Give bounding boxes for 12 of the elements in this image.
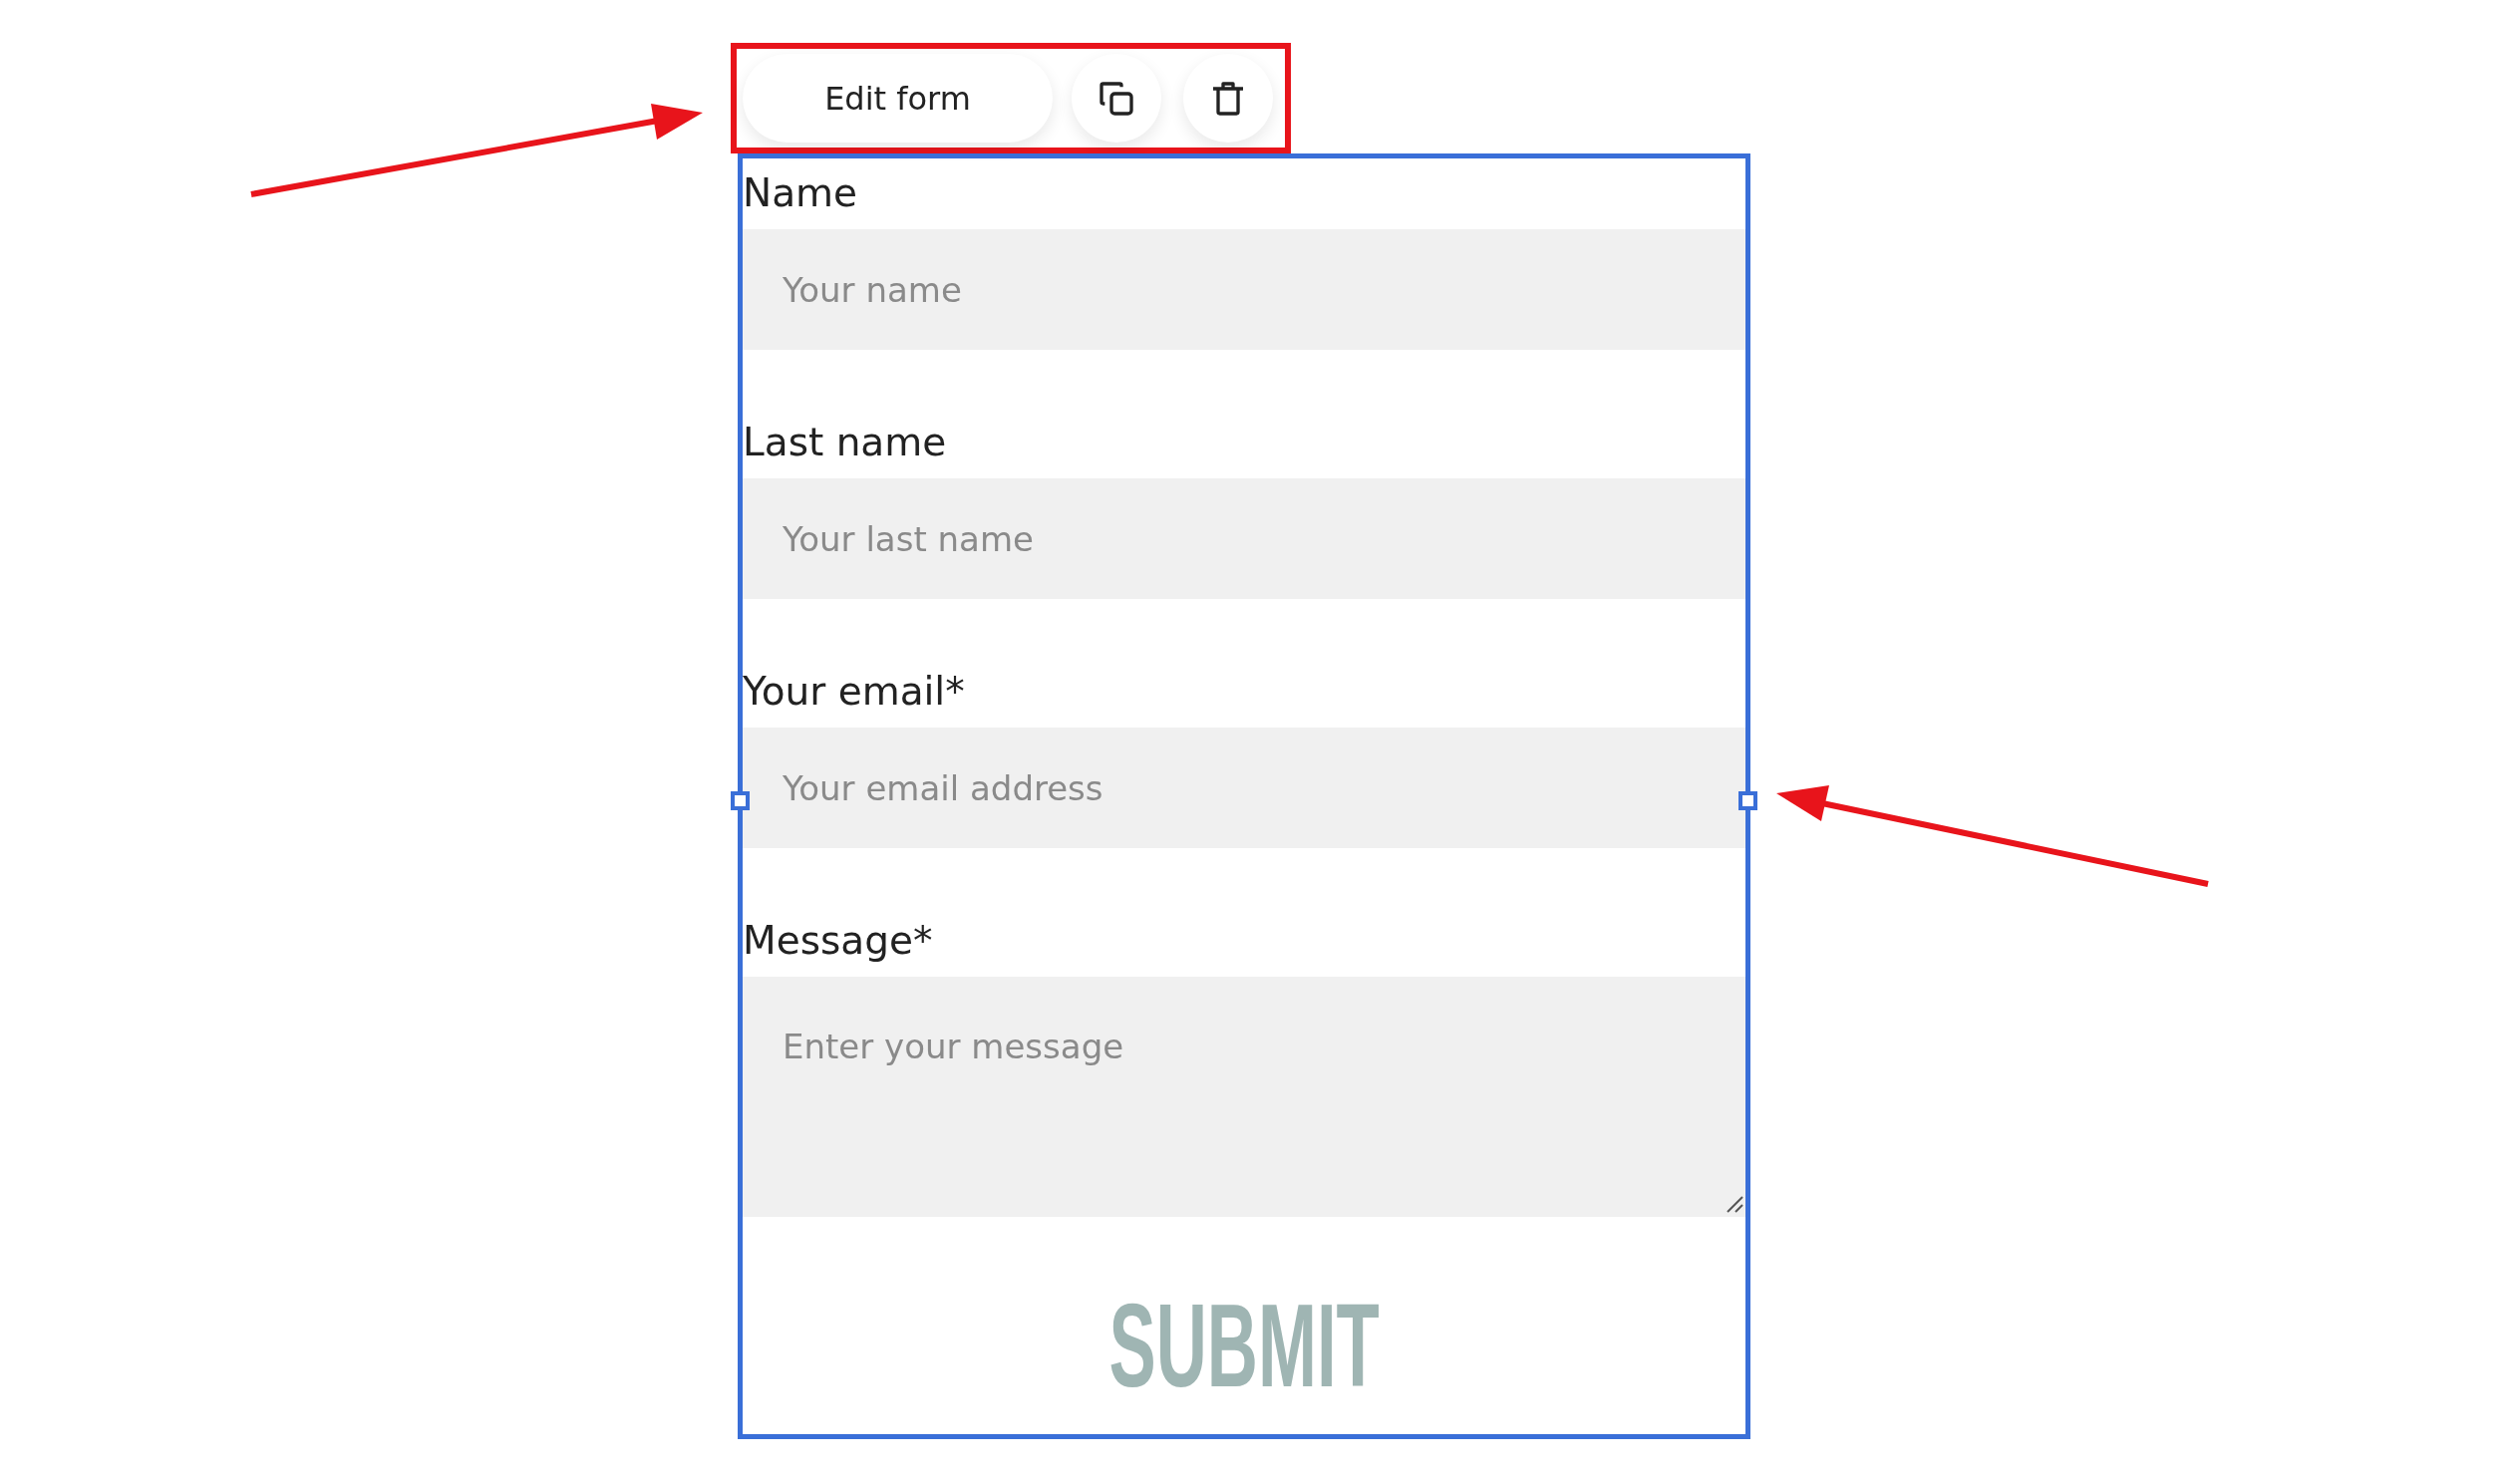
input-field[interactable]: Your name: [743, 229, 1745, 350]
edit-form-button[interactable]: Edit form: [743, 54, 1053, 143]
field-label: Message*: [743, 917, 933, 965]
resize-handle[interactable]: [1738, 791, 1757, 810]
message-field[interactable]: Enter your message: [743, 977, 1745, 1217]
field-label: Name: [743, 169, 858, 217]
input-field[interactable]: Your last name: [743, 478, 1745, 599]
field-label: Last name: [743, 419, 947, 466]
input-field[interactable]: Your email address: [743, 728, 1745, 848]
resize-handle[interactable]: [731, 791, 750, 810]
resize-grip-icon: [1726, 1195, 1743, 1213]
field-label: Your email*: [743, 668, 965, 716]
